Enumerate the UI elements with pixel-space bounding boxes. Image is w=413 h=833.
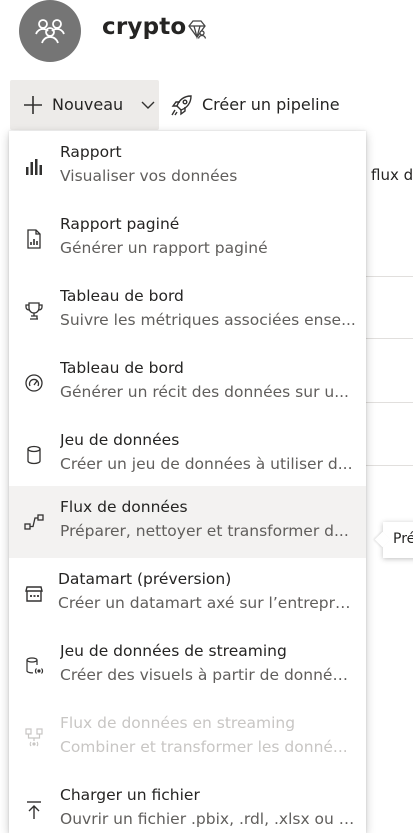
rocket-icon <box>171 95 192 116</box>
menu-item-datamart[interactable]: Datamart (préversion) Créer un datamart … <box>9 558 366 630</box>
plus-icon <box>24 96 42 114</box>
create-pipeline-label: Créer un pipeline <box>202 95 340 114</box>
workspace-title: crypto <box>102 14 187 40</box>
people-group-icon <box>35 19 65 44</box>
menu-item-dataflow[interactable]: Flux de données Préparer, nettoyer et tr… <box>9 486 366 558</box>
background-partial-text: flux d <box>371 166 413 184</box>
dataflow-icon <box>24 514 44 530</box>
background-divider <box>366 402 413 403</box>
menu-item-description: Créer un jeu de données à utiliser d... <box>60 455 353 473</box>
menu-item-title: Datamart (préversion) <box>58 570 232 588</box>
menu-item-title: Rapport <box>60 143 122 161</box>
menu-item-title: Jeu de données <box>60 431 180 449</box>
menu-item-description: Ouvrir un fichier .pbix, .rdl, .xlsx ou … <box>60 810 356 828</box>
menu-item-description: Générer un rapport paginé <box>60 239 268 257</box>
database-icon <box>27 445 41 465</box>
menu-item-title: Tableau de bord <box>60 359 184 377</box>
paginated-report-icon <box>27 229 41 249</box>
tooltip-arrow <box>374 531 391 548</box>
menu-item-title: Flux de données en streaming <box>60 714 296 732</box>
chevron-down-icon <box>141 101 155 109</box>
trophy-icon <box>25 302 43 320</box>
create-pipeline-button[interactable]: Créer un pipeline <box>168 80 348 130</box>
menu-item-title: Tableau de bord <box>60 287 184 305</box>
menu-item-title: Charger un fichier <box>60 786 200 804</box>
background-divider <box>366 338 413 339</box>
streaming-dataflow-icon <box>25 728 43 747</box>
menu-item-dashboard[interactable]: Tableau de bord Suivre les métriques ass… <box>9 275 366 347</box>
gauge-icon <box>25 374 43 392</box>
menu-item-upload-file[interactable]: Charger un fichier Ouvrir un fichier .pb… <box>9 774 366 833</box>
menu-item-title: Rapport paginé <box>60 215 180 233</box>
new-button[interactable]: Nouveau <box>10 80 159 130</box>
background-divider <box>366 465 413 466</box>
tooltip: Pré <box>374 522 413 558</box>
toolbar: Nouveau Créer un pipeline <box>0 80 413 130</box>
menu-item-dataset[interactable]: Jeu de données Créer un jeu de données à… <box>9 419 366 491</box>
upload-icon <box>27 801 41 819</box>
workspace-avatar <box>19 0 81 62</box>
menu-item-description: Combiner et transformer les donné... <box>60 738 348 756</box>
menu-item-description: Créer un datamart axé sur l’entreprise <box>58 594 354 612</box>
menu-item-paginated-report[interactable]: Rapport paginé Générer un rapport paginé <box>9 203 366 275</box>
background-divider <box>366 276 413 277</box>
new-item-menu: Rapport Visualiser vos données Rapport p… <box>9 131 366 833</box>
menu-item-title: Flux de données <box>60 498 188 516</box>
menu-item-description: Suivre les métriques associées ense... <box>60 311 356 329</box>
menu-item-description: Créer des visuels à partir de donnée... <box>60 666 356 684</box>
tooltip-text: Pré <box>393 531 413 547</box>
menu-item-report[interactable]: Rapport Visualiser vos données <box>9 131 366 203</box>
menu-item-streaming-dataflow: Flux de données en streaming Combiner et… <box>9 702 366 774</box>
diamond-people-icon[interactable] <box>186 18 208 40</box>
menu-item-title: Jeu de données de streaming <box>60 642 287 660</box>
menu-item-description: Visualiser vos données <box>60 167 238 185</box>
workspace-header: crypto <box>0 0 413 70</box>
menu-item-scorecard[interactable]: Tableau de bord Générer un récit des don… <box>9 347 366 419</box>
menu-item-description: Générer un récit des données sur u... <box>60 383 349 401</box>
new-button-label: Nouveau <box>52 95 124 114</box>
streaming-dataset-icon <box>26 657 44 674</box>
menu-item-description: Préparer, nettoyer et transformer d... <box>60 522 349 540</box>
menu-item-streaming-dataset[interactable]: Jeu de données de streaming Créer des vi… <box>9 630 366 702</box>
bar-chart-icon <box>26 159 42 175</box>
datamart-icon <box>25 586 43 602</box>
